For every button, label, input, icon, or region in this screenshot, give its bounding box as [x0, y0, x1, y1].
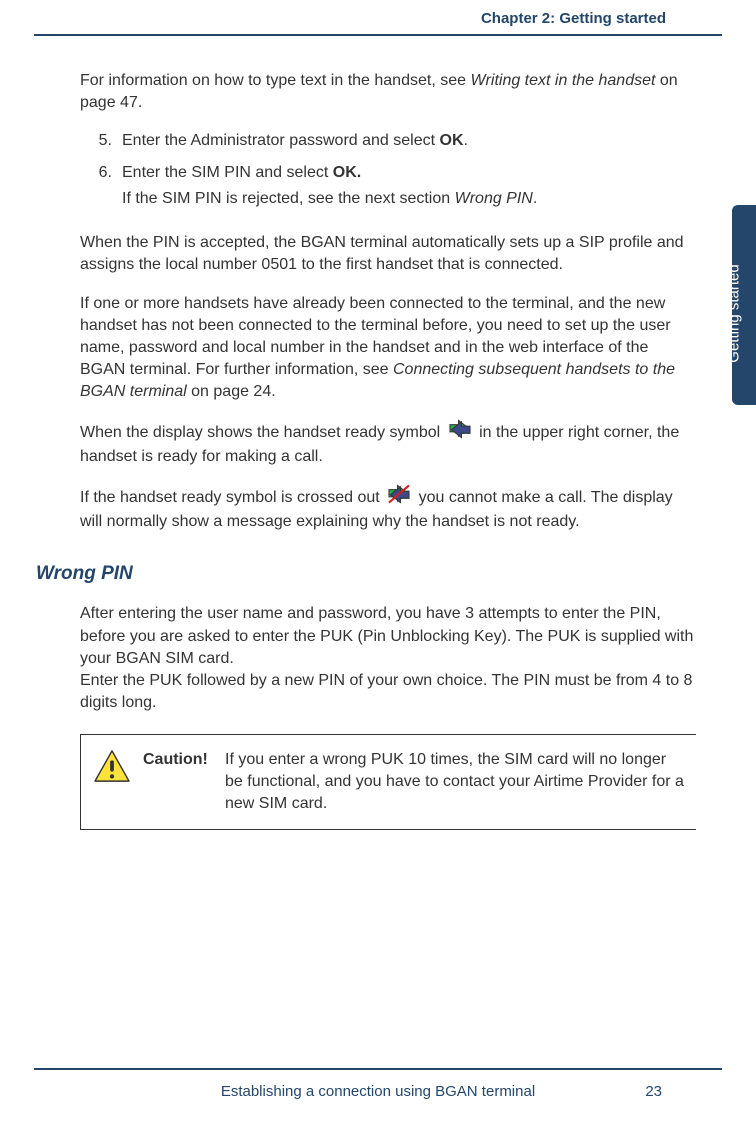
text: If the SIM PIN is rejected, see the next… — [122, 190, 455, 207]
caution-callout: Caution! If you enter a wrong PUK 10 tim… — [80, 734, 696, 830]
cross-reference: Writing text in the handset — [470, 72, 655, 89]
page-number: 23 — [645, 1083, 662, 1100]
paragraph: When the PIN is accepted, the BGAN termi… — [80, 232, 696, 276]
paragraph: When the display shows the handset ready… — [80, 419, 696, 468]
paragraph: If the handset ready symbol is crossed o… — [80, 484, 696, 533]
paragraph-intro: For information on how to type text in t… — [80, 70, 696, 114]
step-6: 6. Enter the SIM PIN and select OK. If t… — [122, 162, 696, 226]
paragraph: If one or more handsets have already bee… — [80, 293, 696, 403]
side-tab: Getting started — [722, 205, 756, 405]
text: If the handset ready symbol is crossed o… — [80, 489, 384, 506]
text: Enter the Administrator password and sel… — [122, 132, 440, 149]
page-content: For information on how to type text in t… — [80, 70, 696, 830]
text: When the display shows the handset ready… — [80, 424, 445, 441]
button-label-ok: OK. — [333, 164, 361, 181]
side-tab-label: Getting started — [726, 214, 743, 406]
text: on page 24. — [187, 383, 276, 400]
handset-not-ready-icon — [386, 484, 412, 511]
caution-label: Caution! — [143, 749, 215, 771]
button-label-ok: OK — [440, 132, 464, 149]
page-header: Chapter 2: Getting started — [481, 10, 666, 27]
text: . — [533, 190, 537, 207]
paragraph: After entering the user name and passwor… — [80, 603, 696, 669]
step-5: 5. Enter the Administrator password and … — [122, 130, 696, 152]
footer-rule — [34, 1068, 722, 1070]
cross-reference: Wrong PIN — [455, 190, 533, 207]
step-number: 6. — [80, 162, 122, 226]
heading-wrong-pin: Wrong PIN — [36, 561, 696, 587]
text: For information on how to type text in t… — [80, 72, 470, 89]
text: Enter the SIM PIN and select — [122, 164, 333, 181]
caution-icon — [93, 770, 131, 787]
footer-title: Establishing a connection using BGAN ter… — [221, 1083, 535, 1100]
handset-ready-icon — [447, 419, 473, 446]
header-rule — [34, 34, 722, 36]
page-footer: Establishing a connection using BGAN ter… — [0, 1083, 756, 1100]
paragraph: Enter the PUK followed by a new PIN of y… — [80, 670, 696, 714]
text: . — [464, 132, 468, 149]
caution-text: If you enter a wrong PUK 10 times, the S… — [225, 749, 686, 815]
step-number: 5. — [80, 130, 122, 152]
